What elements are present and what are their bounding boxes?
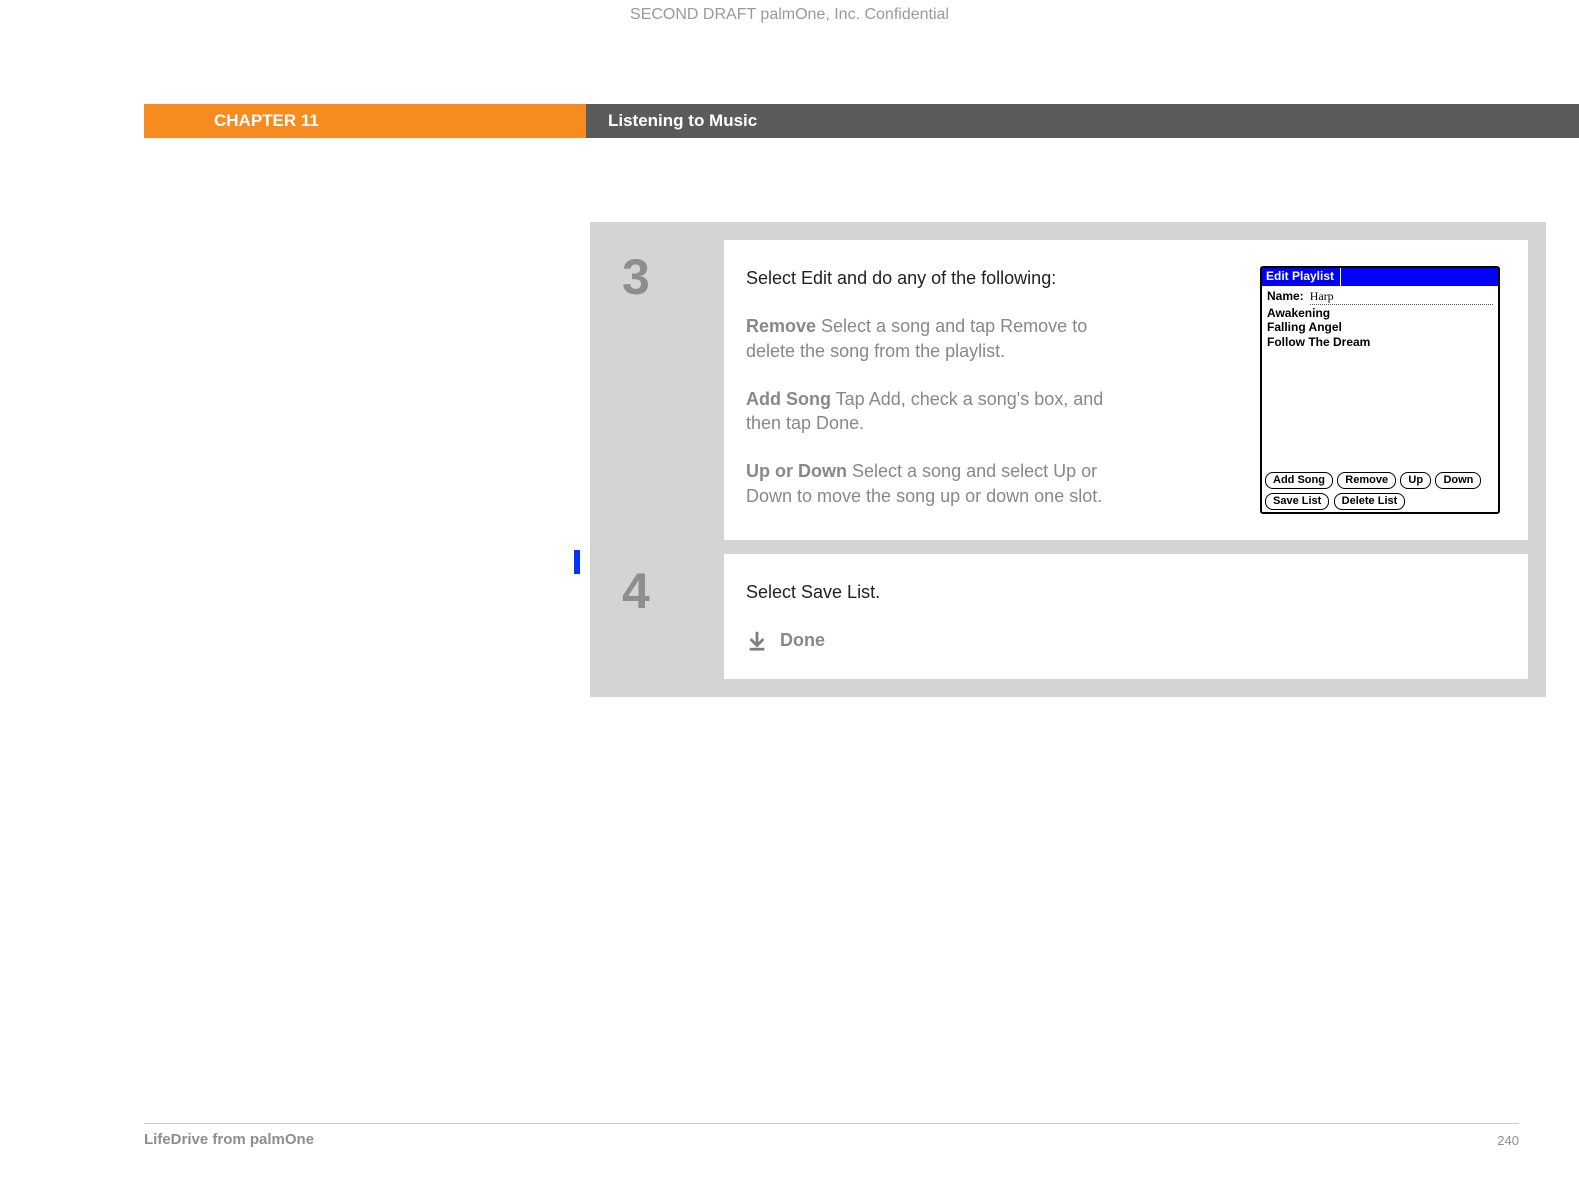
titlebar-spacer [1341,268,1498,286]
option-add-song: Add Song Tap Add, check a song's box, an… [746,387,1116,436]
step-3: 3 Select Edit and do any of the followin… [608,240,1528,540]
down-button[interactable]: Down [1435,472,1481,489]
step-text: Select Save List. Done [746,580,1116,653]
step-body: Select Edit and do any of the following:… [724,240,1528,540]
option-up-down: Up or Down Select a song and select Up o… [746,459,1116,508]
page-number: 240 [1497,1133,1519,1148]
step-number: 3 [608,240,724,540]
draft-header: SECOND DRAFT palmOne, Inc. Confidential [0,6,1579,24]
option-title: Remove [746,316,816,336]
option-title: Add Song [746,389,831,409]
playlist-name-row: Name: Harp [1262,286,1498,306]
chapter-bar: CHAPTER 11 Listening to Music [144,104,1579,138]
edit-playlist-screenshot: Edit Playlist Name: Harp Awakening Falli… [1260,266,1500,514]
name-field[interactable]: Harp [1310,289,1493,305]
option-title: Up or Down [746,461,847,481]
list-item[interactable]: Follow The Dream [1267,335,1493,349]
step-intro: Select Edit and do any of the following: [746,266,1116,290]
chapter-label: CHAPTER 11 [144,104,586,138]
step-text: Select Edit and do any of the following:… [746,266,1116,514]
done-row: Done [746,628,1116,652]
footer-product: LifeDrive from palmOne [144,1131,314,1148]
remove-button[interactable]: Remove [1337,472,1396,489]
step-body: Select Save List. Done [724,554,1528,679]
list-item[interactable]: Falling Angel [1267,320,1493,334]
change-bar-marker [574,550,580,574]
chapter-title: Listening to Music [586,104,1579,138]
steps-container: 3 Select Edit and do any of the followin… [590,222,1546,697]
footer-rule [144,1123,1519,1124]
list-item[interactable]: Awakening [1267,306,1493,320]
step-number: 4 [608,554,724,679]
add-song-button[interactable]: Add Song [1265,472,1333,489]
button-row-1: Add Song Remove Up Down [1262,470,1498,491]
delete-list-button[interactable]: Delete List [1334,493,1406,510]
up-button[interactable]: Up [1400,472,1431,489]
step-instruction: Select Save List. [746,580,1116,604]
done-arrow-icon [746,629,768,651]
option-remove: Remove Select a song and tap Remove to d… [746,314,1116,363]
screenshot-title: Edit Playlist [1262,268,1341,286]
step-4: 4 Select Save List. Done [608,554,1528,679]
screenshot-titlebar: Edit Playlist [1262,268,1498,286]
button-row-2: Save List Delete List [1262,491,1498,512]
song-list[interactable]: Awakening Falling Angel Follow The Dream [1262,306,1498,470]
name-label: Name: [1267,289,1304,305]
done-label: Done [780,628,825,652]
save-list-button[interactable]: Save List [1265,493,1329,510]
